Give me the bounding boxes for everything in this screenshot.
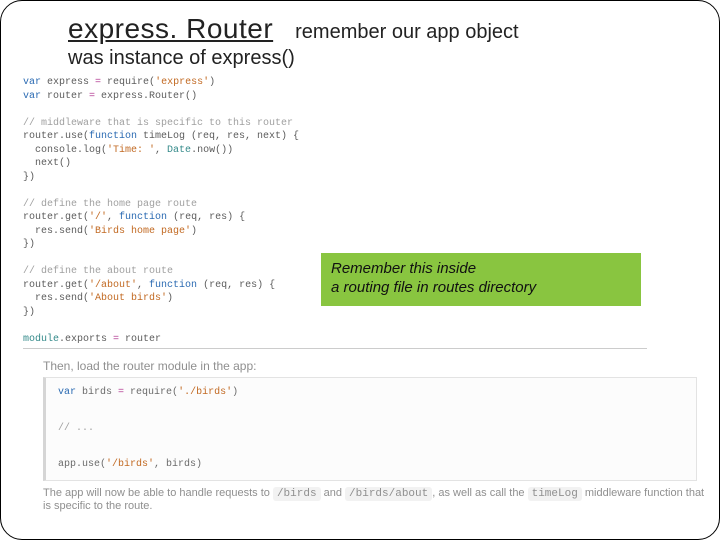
slide-title: express. Router bbox=[68, 13, 273, 45]
code-text: function bbox=[149, 280, 197, 291]
footnote-text: and bbox=[321, 487, 345, 499]
code-text: router bbox=[41, 91, 89, 102]
footnote-code: timeLog bbox=[528, 487, 582, 501]
code-text: birds bbox=[76, 387, 118, 398]
code-text: (req, res) { bbox=[167, 212, 245, 223]
code-text: , birds) bbox=[154, 459, 202, 470]
divider bbox=[23, 348, 647, 349]
code-text: var bbox=[23, 77, 41, 88]
code-text: '/about' bbox=[89, 280, 137, 291]
code-comment: // define the home page route bbox=[23, 199, 197, 210]
code-text: router.get( bbox=[23, 280, 89, 291]
code-text: }) bbox=[23, 307, 35, 318]
code-text: var bbox=[23, 91, 41, 102]
code-text: 'Birds home page' bbox=[89, 226, 191, 237]
footnote-text: , as well as call the bbox=[432, 487, 527, 499]
code-text: '/birds' bbox=[106, 459, 154, 470]
code-text: app.use( bbox=[58, 459, 106, 470]
code-text: express.Router() bbox=[95, 91, 197, 102]
code-text: , bbox=[155, 145, 167, 156]
callout-box: Remember this inside a routing file in r… bbox=[321, 253, 641, 306]
code-text: .exports bbox=[59, 334, 113, 345]
code-text: , bbox=[107, 212, 119, 223]
title-row: express. Router remember our app object bbox=[68, 13, 707, 45]
code-block-bottom-wrap: var birds = require('./birds') // ... ap… bbox=[43, 377, 697, 481]
code-text: console.log( bbox=[23, 145, 107, 156]
code-block-main: var express = require('express') var rou… bbox=[23, 76, 707, 346]
code-text: var bbox=[58, 387, 76, 398]
code-text: timeLog (req, res, next) { bbox=[137, 131, 299, 142]
code-text: (req, res) { bbox=[197, 280, 275, 291]
code-text: ) bbox=[232, 387, 238, 398]
slide-subtitle: was instance of express() bbox=[68, 47, 707, 70]
code-comment: // ... bbox=[58, 423, 94, 434]
slide-title-right: remember our app object bbox=[295, 21, 518, 44]
code-text: require( bbox=[101, 77, 155, 88]
footnote: The app will now be able to handle reque… bbox=[43, 487, 707, 512]
code-text: next() bbox=[23, 158, 71, 169]
then-text: Then, load the router module in the app: bbox=[43, 359, 707, 373]
code-text: .now()) bbox=[191, 145, 233, 156]
code-text: require( bbox=[124, 387, 178, 398]
code-text: 'Time: ' bbox=[107, 145, 155, 156]
code-text: router bbox=[119, 334, 161, 345]
code-comment: // define the about route bbox=[23, 266, 173, 277]
code-block-bottom: var birds = require('./birds') // ... ap… bbox=[58, 384, 684, 474]
code-text: '/' bbox=[89, 212, 107, 223]
code-text: function bbox=[119, 212, 167, 223]
code-text: res.send( bbox=[23, 293, 89, 304]
slide-frame: express. Router remember our app object … bbox=[0, 0, 720, 540]
code-text: module bbox=[23, 334, 59, 345]
code-text: res.send( bbox=[23, 226, 89, 237]
code-text: }) bbox=[23, 172, 35, 183]
code-text: 'About birds' bbox=[89, 293, 167, 304]
code-text: ) bbox=[191, 226, 197, 237]
code-text: './birds' bbox=[178, 387, 232, 398]
code-text: function bbox=[89, 131, 137, 142]
code-text: router.use( bbox=[23, 131, 89, 142]
code-text: ) bbox=[209, 77, 215, 88]
callout-line: Remember this inside bbox=[331, 260, 631, 279]
code-text: Date bbox=[167, 145, 191, 156]
code-text: , bbox=[137, 280, 149, 291]
callout-line: a routing file in routes directory bbox=[331, 279, 631, 298]
footnote-code: /birds bbox=[273, 487, 321, 501]
code-text: ) bbox=[167, 293, 173, 304]
code-text: express bbox=[41, 77, 95, 88]
code-comment: // middleware that is specific to this r… bbox=[23, 118, 293, 129]
code-text: 'express' bbox=[155, 77, 209, 88]
code-text: }) bbox=[23, 239, 35, 250]
footnote-code: /birds/about bbox=[345, 487, 432, 501]
code-text: router.get( bbox=[23, 212, 89, 223]
footnote-text: The app will now be able to handle reque… bbox=[43, 487, 273, 499]
